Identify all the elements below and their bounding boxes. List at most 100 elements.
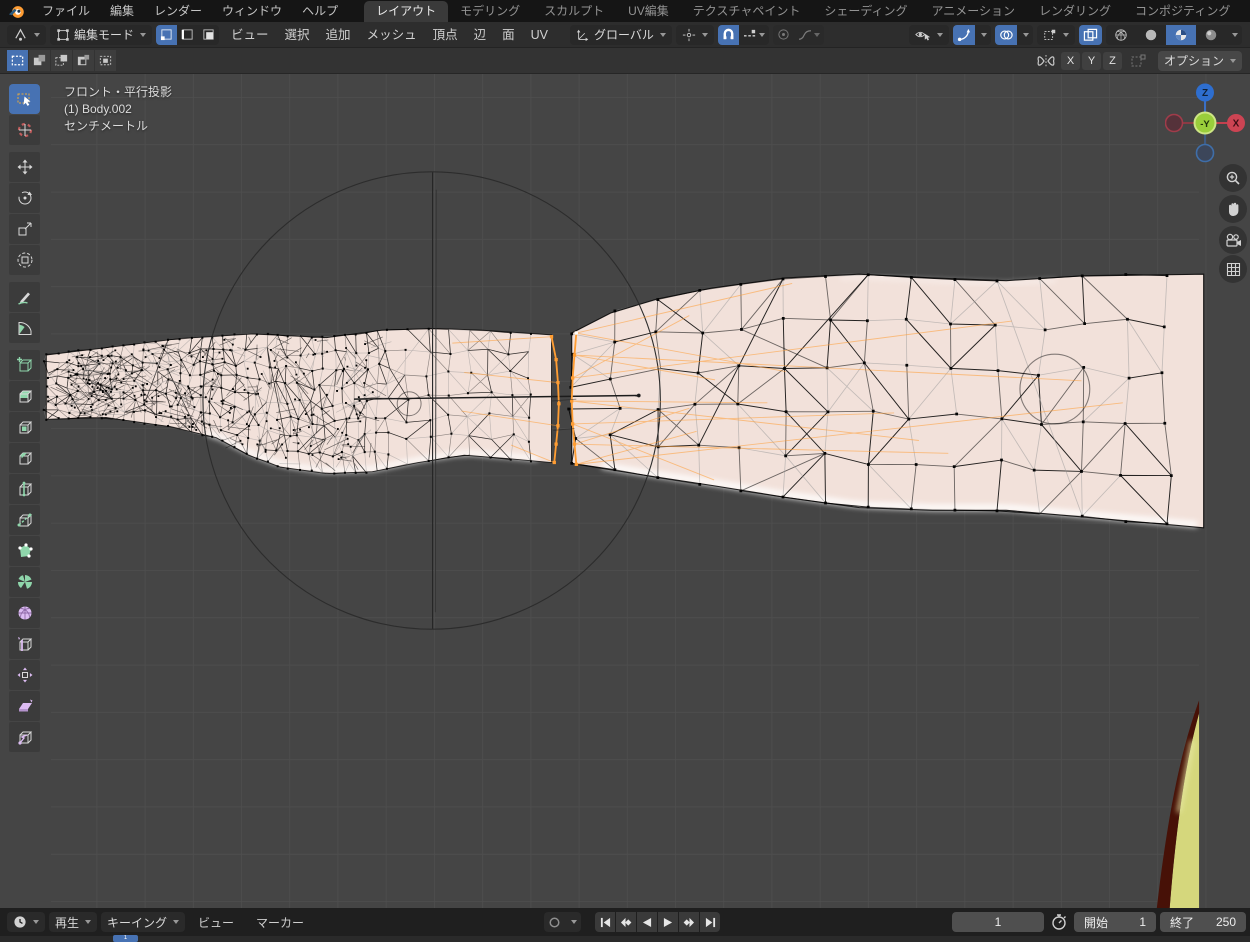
tool-loop-cut[interactable] [9, 474, 40, 504]
pan-button[interactable] [1219, 195, 1247, 223]
viewport-menu-7[interactable]: UV [523, 23, 556, 47]
tool-annotate[interactable] [9, 282, 40, 312]
visibility-button[interactable] [909, 25, 949, 45]
select-mode-subtract-button[interactable] [51, 50, 72, 71]
tool-poly-build[interactable] [9, 536, 40, 566]
workspace-tab-2[interactable]: スカルプト [532, 1, 616, 22]
timeline-playhead[interactable]: 1 [113, 935, 138, 942]
camera-view-button[interactable] [1219, 226, 1247, 254]
menu-4[interactable]: ヘルプ [292, 0, 348, 22]
xray-toggle[interactable] [1079, 25, 1102, 45]
workspace-tab-9[interactable]: ジオメトリノード [1242, 1, 1250, 22]
tool-inset-faces[interactable] [9, 412, 40, 442]
mirror-icon[interactable] [1036, 53, 1056, 69]
show-overlays-toggle[interactable] [995, 25, 1017, 45]
vertex-select-button[interactable] [156, 25, 177, 45]
axis-toggle-y[interactable]: Y [1082, 52, 1101, 70]
shading-rendered-button[interactable] [1196, 25, 1226, 45]
overlays-dropdown[interactable] [1017, 25, 1033, 45]
tool-rotate[interactable] [9, 183, 40, 213]
viewport-menu-1[interactable]: 選択 [277, 23, 318, 47]
viewport-menu-5[interactable]: 辺 [466, 23, 495, 47]
viewport-menu-2[interactable]: 追加 [318, 23, 359, 47]
select-mode-invert-button[interactable] [73, 50, 94, 71]
timeline-editor-type-button[interactable] [7, 912, 45, 932]
editor-type-button[interactable] [7, 25, 46, 45]
ortho-toggle-button[interactable] [1219, 255, 1247, 283]
prev-keyframe-button[interactable] [616, 912, 636, 932]
keying-menu[interactable]: キーイング [101, 912, 185, 932]
menu-2[interactable]: レンダー [144, 0, 212, 22]
tool-shear[interactable] [9, 691, 40, 721]
viewport-menu-3[interactable]: メッシュ [359, 23, 425, 47]
workspace-tab-1[interactable]: モデリング [448, 1, 532, 22]
mode-selector[interactable]: 編集モード [50, 25, 152, 45]
frame-end-field[interactable]: 終了 250 [1160, 912, 1246, 932]
tool-add-cube[interactable] [9, 350, 40, 380]
workspace-tab-8[interactable]: コンポジティング [1123, 1, 1242, 22]
tool-rip-region[interactable] [9, 722, 40, 752]
snap-toggle[interactable] [718, 25, 739, 45]
timeline-view-menu[interactable]: ビュー [189, 914, 243, 931]
pivot-point-button[interactable] [676, 25, 714, 45]
gizmo-dropdown[interactable] [975, 25, 991, 45]
shading-solid-button[interactable] [1136, 25, 1166, 45]
blender-logo-icon[interactable] [8, 3, 25, 20]
axis-toggle-x[interactable]: X [1061, 52, 1080, 70]
tool-knife[interactable] [9, 505, 40, 535]
transform-orientation[interactable]: グローバル [570, 25, 672, 45]
stopwatch-icon[interactable] [1050, 913, 1068, 931]
autokey-toggle[interactable] [544, 912, 565, 932]
navigation-gizmo[interactable]: Z X -Y [1165, 83, 1245, 163]
playback-menu[interactable]: 再生 [49, 912, 97, 932]
tool-cursor[interactable] [9, 115, 40, 145]
tool-smooth[interactable] [9, 598, 40, 628]
axis-toggle-z[interactable]: Z [1103, 52, 1122, 70]
snap-with-button[interactable] [739, 25, 769, 45]
play-button[interactable] [658, 912, 678, 932]
frame-start-field[interactable]: 開始 1 [1074, 912, 1156, 932]
viewport-menu-6[interactable]: 面 [494, 23, 523, 47]
timeline-strip[interactable] [0, 936, 1250, 942]
edge-select-button[interactable] [177, 25, 198, 45]
proportional-edit-toggle[interactable] [773, 25, 794, 45]
shading-wireframe-button[interactable] [1106, 25, 1136, 45]
viewport-menu-0[interactable]: ビュー [223, 23, 277, 47]
timeline-marker-menu[interactable]: マーカー [247, 914, 313, 931]
tool-bevel[interactable] [9, 443, 40, 473]
shading-material-button[interactable] [1166, 25, 1196, 45]
autokey-dropdown[interactable] [565, 912, 581, 932]
select-mode-extend-button[interactable] [29, 50, 50, 71]
show-gizmo-toggle[interactable] [953, 25, 975, 45]
next-keyframe-button[interactable] [679, 912, 699, 932]
menu-3[interactable]: ウィンドウ [212, 0, 292, 22]
workspace-tab-0[interactable]: レイアウト [364, 1, 448, 22]
menu-0[interactable]: ファイル [32, 0, 100, 22]
workspace-tab-5[interactable]: シェーディング [812, 1, 919, 22]
workspace-tab-3[interactable]: UV編集 [616, 1, 681, 22]
current-frame-field[interactable]: 1 [952, 912, 1044, 932]
tool-shrink-fatten[interactable] [9, 660, 40, 690]
jump-to-end-button[interactable] [700, 912, 720, 932]
jump-to-start-button[interactable] [595, 912, 615, 932]
workspace-tab-7[interactable]: レンダリング [1027, 1, 1123, 22]
workspace-tab-6[interactable]: アニメーション [920, 1, 1028, 22]
tool-transform[interactable] [9, 245, 40, 275]
tool-edge-slide[interactable] [9, 629, 40, 659]
play-reverse-button[interactable] [637, 912, 657, 932]
gizmo-minus-z-axis[interactable] [1197, 145, 1214, 162]
snap-falloff-icon[interactable] [1130, 53, 1148, 69]
workspace-tab-4[interactable]: テクスチャペイント [681, 1, 813, 22]
face-select-button[interactable] [198, 25, 219, 45]
gizmo-minus-x-axis[interactable] [1166, 115, 1183, 132]
tool-move[interactable] [9, 152, 40, 182]
select-mode-intersect-button[interactable] [95, 50, 116, 71]
region-overlap-button[interactable] [1037, 25, 1075, 45]
tool-spin[interactable] [9, 567, 40, 597]
falloff-button[interactable] [794, 25, 824, 45]
tool-scale[interactable] [9, 214, 40, 244]
viewport-canvas[interactable] [0, 74, 1250, 908]
tool-measure[interactable] [9, 313, 40, 343]
tool-extrude-region[interactable] [9, 381, 40, 411]
viewport-menu-4[interactable]: 頂点 [425, 23, 466, 47]
